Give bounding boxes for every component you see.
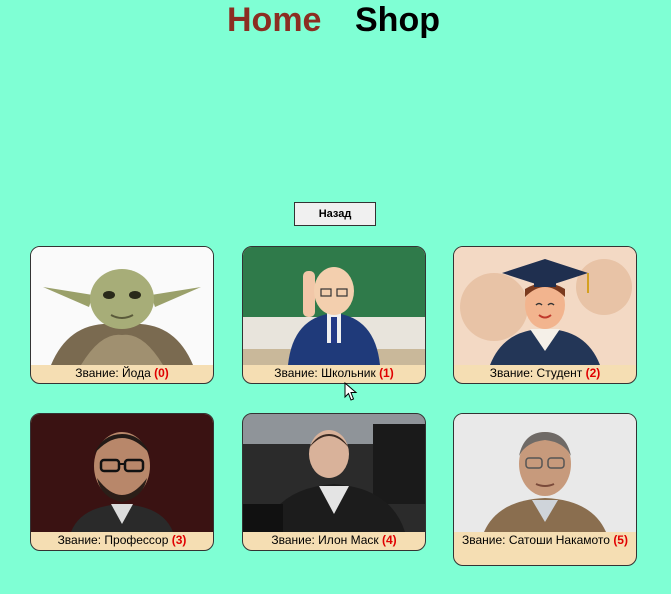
rank-card-satoshi-nakamoto[interactable]: Звание: Сатоши Накамото (5) <box>453 413 637 566</box>
rank-title: Звание: Илон Маск <box>271 533 379 547</box>
rank-title: Звание: Йода <box>75 366 151 380</box>
rank-number: (4) <box>381 533 397 547</box>
rank-card-professor[interactable]: Звание: Профессор (3) <box>30 413 214 551</box>
rank-number: (1) <box>379 366 394 380</box>
card-caption: Звание: Йода (0) <box>31 366 213 380</box>
nav-home-link[interactable]: Home <box>227 0 321 40</box>
rank-number: (0) <box>154 366 169 380</box>
rank-title: Звание: Студент <box>489 366 583 380</box>
mouse-pointer-icon <box>344 382 358 401</box>
card-caption: Звание: Илон Маск (4) <box>243 533 425 547</box>
schoolboy-photo <box>243 247 425 365</box>
rank-number: (5) <box>613 533 628 547</box>
top-nav: Home Shop <box>0 0 671 40</box>
card-caption: Звание: Студент (2) <box>454 366 636 380</box>
card-caption: Звание: Профессор (3) <box>31 533 213 547</box>
professor-photo <box>31 414 213 532</box>
yoda-photo <box>31 247 213 365</box>
rank-card-schoolboy[interactable]: Звание: Школьник (1) <box>242 246 426 384</box>
rank-title: Звание: Сатоши Накамото <box>462 533 610 547</box>
nav-shop-link[interactable]: Shop <box>355 0 440 40</box>
back-button[interactable]: Назад <box>294 202 376 226</box>
rank-number: (3) <box>171 533 187 547</box>
elon-musk-photo <box>243 414 425 532</box>
graduate-student-illustration <box>454 247 636 365</box>
satoshi-nakamoto-photo <box>454 414 636 532</box>
rank-title: Звание: Школьник <box>274 366 376 380</box>
rank-card-elon-musk[interactable]: Звание: Илон Маск (4) <box>242 413 426 551</box>
rank-number: (2) <box>585 366 601 380</box>
rank-card-student[interactable]: Звание: Студент (2) <box>453 246 637 384</box>
rank-card-yoda[interactable]: Звание: Йода (0) <box>30 246 214 384</box>
rank-title: Звание: Профессор <box>57 533 169 547</box>
card-caption: Звание: Школьник (1) <box>243 366 425 380</box>
card-caption: Звание: Сатоши Накамото (5) <box>454 533 636 547</box>
